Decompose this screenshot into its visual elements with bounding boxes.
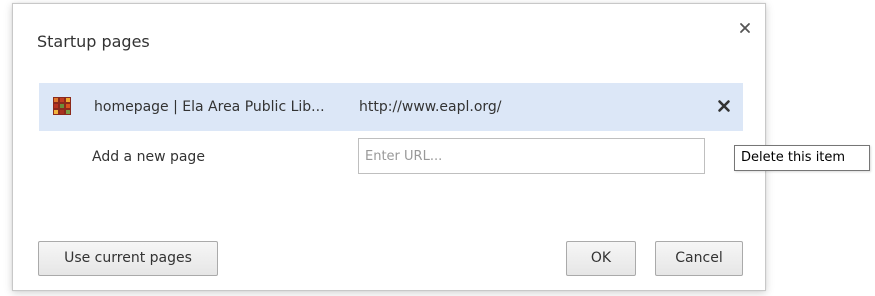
delete-tooltip: Delete this item [734, 145, 870, 171]
delete-x-icon[interactable] [716, 98, 732, 114]
add-page-label: Add a new page [92, 149, 205, 165]
startup-page-title: homepage | Ela Area Public Lib... [94, 99, 325, 115]
url-input[interactable] [358, 138, 705, 174]
close-icon[interactable] [737, 20, 753, 36]
cancel-button[interactable]: Cancel [655, 241, 743, 276]
use-current-pages-button[interactable]: Use current pages [38, 241, 218, 276]
dialog-title: Startup pages [37, 32, 150, 51]
startup-page-url: http://www.eapl.org/ [359, 99, 502, 115]
ok-button[interactable]: OK [566, 241, 636, 276]
startup-page-row[interactable]: homepage | Ela Area Public Lib... http:/… [39, 83, 743, 131]
library-favicon-icon [53, 97, 71, 115]
startup-pages-dialog: Startup pages homepage | Ela Area Public… [12, 3, 766, 291]
